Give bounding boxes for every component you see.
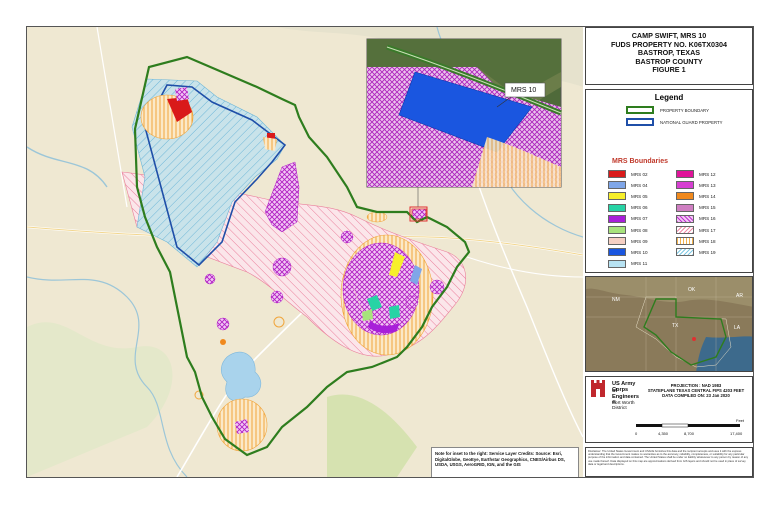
legend: Legend PROPERTY BOUNDARY NATIONAL GUARD … — [585, 89, 753, 273]
legend-swatch — [608, 181, 626, 190]
legend-label: MRS 08 — [631, 227, 648, 233]
legend-label: MRS 07 — [631, 216, 648, 222]
map-canvas — [27, 27, 583, 477]
legend-swatch — [608, 237, 626, 246]
legend-item-mrs-06: MRS 06 — [608, 203, 648, 212]
legend-item-mrs-16: MRS 16 — [676, 214, 716, 223]
district-name: Fort Worth District — [612, 401, 635, 411]
inset-label-la: LA — [734, 325, 741, 331]
legend-label: MRS 02 — [631, 171, 648, 177]
legend-item-mrs-17: MRS 17 — [676, 226, 716, 234]
legend-item-mrs-19: MRS 19 — [676, 248, 716, 257]
scale-1: 4,350 — [658, 431, 669, 436]
legend-item-mrs-02: MRS 02 — [608, 170, 648, 178]
legend-label: MRS 14 — [699, 193, 716, 199]
legend-swatch — [676, 203, 694, 212]
legend-swatch — [608, 203, 626, 212]
national-guard-label: NATIONAL GUARD PROPERTY — [660, 120, 723, 125]
legend-item-mrs-14: MRS 14 — [676, 192, 716, 201]
legend-swatch — [676, 181, 694, 190]
inset-label-ok: OK — [688, 287, 696, 293]
legend-item-mrs-08: MRS 08 — [608, 226, 648, 234]
locator-canvas — [586, 277, 752, 371]
scale-2: 8,700 — [684, 431, 695, 436]
legend-label: MRS 15 — [699, 205, 716, 211]
legend-item-mrs-05: MRS 05 — [608, 192, 648, 201]
legend-item-mrs-18: MRS 18 — [676, 237, 716, 246]
title-line-5: FIGURE 1 — [652, 65, 686, 75]
legend-swatch — [608, 214, 626, 223]
legend-item-mrs-07: MRS 07 — [608, 214, 648, 223]
usace-logo: US Army Corps of Engineers ® Fort Worth … — [590, 379, 639, 411]
legend-swatch — [608, 226, 626, 234]
inset-label-ar: AR — [736, 293, 743, 299]
scale-bar — [636, 423, 740, 428]
legend-label: MRS 16 — [699, 216, 716, 222]
legend-item-mrs-09: MRS 09 — [608, 237, 648, 246]
legend-heading: Legend — [654, 93, 684, 102]
legend-swatch — [676, 237, 694, 246]
side-panel: CAMP SWIFT, MRS 10 FUDS PROPERTY NO. K06… — [585, 27, 753, 477]
legend-label: MRS 19 — [699, 249, 716, 255]
main-map[interactable]: MRS 10 Note for inset to the right: Serv… — [27, 27, 583, 477]
scale-unit: Feet — [736, 418, 745, 423]
legend-swatch — [676, 214, 694, 223]
locator-inset-map[interactable]: NM OK AR TX LA — [585, 276, 753, 372]
legend-swatch — [676, 192, 694, 201]
legend-label: MRS 04 — [631, 182, 648, 188]
scale-3: 17,400 — [730, 431, 743, 436]
legend-item-mrs-12: MRS 12 — [676, 170, 716, 178]
national-guard-swatch — [626, 118, 654, 126]
legend-swatch — [676, 226, 694, 234]
legend-label: MRS 12 — [699, 171, 716, 177]
legend-item-mrs-15: MRS 15 — [676, 203, 716, 212]
legend-item-mrs-13: MRS 13 — [676, 181, 716, 190]
legend-item-mrs-04: MRS 04 — [608, 181, 648, 190]
inset-label-tx: TX — [672, 323, 679, 329]
legend-swatch — [676, 170, 694, 178]
title-block: CAMP SWIFT, MRS 10 FUDS PROPERTY NO. K06… — [585, 27, 753, 85]
legend-item-mrs-11: MRS 11 — [608, 259, 648, 268]
property-boundary-swatch — [626, 106, 654, 114]
legend-label: MRS 17 — [699, 227, 716, 233]
legend-item-mrs-10: MRS 10 — [608, 248, 648, 257]
mrs10-callout-label: MRS 10 — [511, 87, 537, 94]
castle-icon — [591, 380, 605, 397]
legend-label: MRS 11 — [631, 261, 648, 267]
legend-label: MRS 05 — [631, 193, 648, 199]
legend-swatch — [608, 248, 626, 257]
legend-label: MRS 18 — [699, 238, 716, 244]
info-block: US Army Corps of Engineers ® Fort Worth … — [585, 376, 753, 443]
service-layer-credits: Note for inset to the right: Service Lay… — [431, 447, 579, 477]
legend-label: MRS 06 — [631, 205, 648, 211]
legend-label: MRS 09 — [631, 238, 648, 244]
legend-label: MRS 10 — [631, 249, 648, 255]
inset-label-nm: NM — [612, 297, 620, 303]
scale-0: 0 — [635, 431, 638, 436]
mrs10-detail-inset — [366, 38, 562, 188]
legend-swatch — [608, 259, 626, 268]
mrs-boundaries-heading: MRS Boundaries — [612, 158, 669, 165]
disclaimer: Disclaimer: The United States Government… — [585, 447, 753, 477]
legend-label: MRS 13 — [699, 182, 716, 188]
legend-swatch — [608, 192, 626, 201]
legend-swatch — [608, 170, 626, 178]
projection-info: PROJECTION : NAD 1983 STATEPLANE TEXAS C… — [640, 379, 752, 399]
data-compiled: DATA COMPILED ON: 23 Jan 2020 — [662, 393, 730, 399]
legend-swatch — [676, 248, 694, 257]
property-boundary-label: PROPERTY BOUNDARY — [660, 108, 709, 113]
